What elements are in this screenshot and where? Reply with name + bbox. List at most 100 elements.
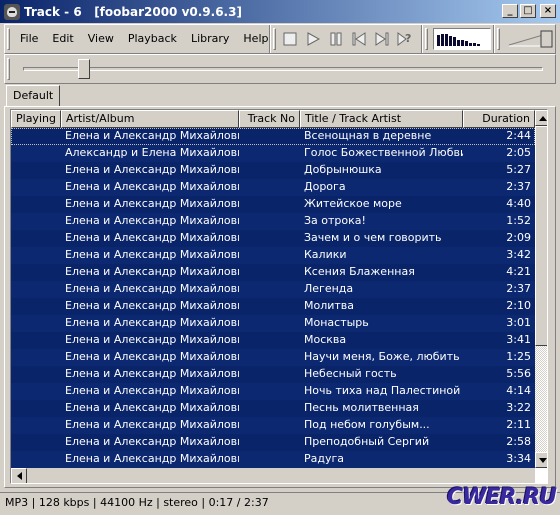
tab-default[interactable]: Default bbox=[6, 85, 61, 107]
spectrum-bar bbox=[461, 40, 464, 46]
menu-view[interactable]: View bbox=[81, 29, 121, 48]
pause-button[interactable] bbox=[327, 30, 344, 47]
spectrum-visualizer[interactable] bbox=[433, 28, 491, 50]
cell-title: Дорога bbox=[304, 180, 346, 193]
volume-slider[interactable] bbox=[503, 29, 555, 49]
playlist-row[interactable]: Елена и Александр Михайловы... Легенда 2:3… bbox=[11, 281, 535, 298]
stop-icon bbox=[283, 32, 296, 45]
menu-library[interactable]: Library bbox=[184, 29, 236, 48]
foobar-app-icon[interactable] bbox=[4, 3, 20, 20]
scroll-down-button[interactable] bbox=[535, 452, 547, 468]
vertical-scrollbar[interactable] bbox=[535, 110, 547, 468]
cell-duration: 3:34 bbox=[506, 452, 531, 465]
vertical-scroll-thumb[interactable] bbox=[535, 126, 547, 346]
seekbar-grip[interactable] bbox=[7, 58, 10, 80]
cell-playing bbox=[11, 417, 61, 434]
column-title[interactable]: Title / Track Artist bbox=[300, 110, 463, 128]
playlist-row[interactable]: Елена и Александр Михайловы... Ночь тиха … bbox=[11, 383, 535, 400]
cell-playing bbox=[11, 179, 61, 196]
cell-playing bbox=[11, 332, 61, 349]
title-bar: Track - 6 [foobar2000 v0.9.6.3] _ □ × bbox=[0, 0, 560, 23]
next-icon bbox=[375, 31, 388, 46]
visualizer-grip[interactable] bbox=[425, 28, 428, 50]
spectrum-bar bbox=[437, 35, 440, 46]
cell-playing bbox=[11, 434, 61, 451]
playlist-row[interactable]: Елена и Александр Михайловы... Всенощная … bbox=[11, 128, 535, 145]
column-duration[interactable]: Duration bbox=[463, 110, 535, 128]
playlist-row[interactable]: Елена и Александр Михайловы... Монастырь 3… bbox=[11, 315, 535, 332]
menu-edit[interactable]: Edit bbox=[45, 29, 80, 48]
cell-duration: 2:05 bbox=[506, 146, 531, 159]
cell-track-no bbox=[239, 315, 300, 332]
cell-playing bbox=[11, 264, 61, 281]
cell-title: За отрока! bbox=[304, 214, 366, 227]
random-button[interactable]: ? bbox=[396, 30, 413, 47]
close-button[interactable]: × bbox=[540, 4, 556, 18]
seekbar-track[interactable] bbox=[23, 67, 543, 71]
column-artist-album[interactable]: Artist/Album bbox=[61, 110, 239, 128]
cell-duration: 4:21 bbox=[506, 265, 531, 278]
playlist-row[interactable]: Елена и Александр Михайловы... Песнь моли… bbox=[11, 400, 535, 417]
playlist-view[interactable]: Playing Artist/Album Track No Title / Tr… bbox=[10, 109, 548, 484]
playlist-row[interactable]: Елена и Александр Михайловы... Ксения Бла… bbox=[11, 264, 535, 281]
menu-bar: File Edit View Playback Library Help bbox=[13, 29, 275, 48]
playlist-rows: Елена и Александр Михайловы... Всенощная … bbox=[11, 128, 535, 468]
cell-track-no bbox=[239, 230, 300, 247]
pause-icon bbox=[330, 32, 341, 45]
playlist-row[interactable]: Елена и Александр Михайловы... Добрынюшка… bbox=[11, 162, 535, 179]
stop-button[interactable] bbox=[281, 30, 298, 47]
playlist-row[interactable]: Елена и Александр Михайловы... Калики 3:42 bbox=[11, 247, 535, 264]
playlist-row[interactable]: Елена и Александр Михайловы... Преподобны… bbox=[11, 434, 535, 451]
cell-duration: 2:44 bbox=[506, 129, 531, 142]
arrow-up-icon bbox=[539, 115, 547, 121]
transport-controls: ? bbox=[281, 30, 413, 47]
cell-artist: Елена и Александр Михайловы... bbox=[65, 214, 239, 227]
playlist-row[interactable]: Елена и Александр Михайловы... Под небом … bbox=[11, 417, 535, 434]
cell-artist: Александр и Елена Михайловы... bbox=[65, 146, 239, 159]
column-track-no[interactable]: Track No bbox=[239, 110, 300, 128]
playlist-row[interactable]: Елена и Александр Михайловы... Научи меня… bbox=[11, 349, 535, 366]
cell-playing bbox=[11, 162, 61, 179]
next-button[interactable] bbox=[373, 30, 390, 47]
playlist-row[interactable]: Елена и Александр Михайловы... Молитва 2:1… bbox=[11, 298, 535, 315]
toolbar-separator bbox=[421, 25, 423, 53]
horizontal-scrollbar[interactable] bbox=[11, 468, 535, 483]
cell-playing bbox=[11, 247, 61, 264]
cell-title: Ксения Блаженная bbox=[304, 265, 415, 278]
playlist-row[interactable]: Елена и Александр Михайловы... Небесный г… bbox=[11, 366, 535, 383]
playlist-row[interactable]: Елена и Александр Михайловы... Дорога 2:37 bbox=[11, 179, 535, 196]
cell-track-no bbox=[239, 264, 300, 281]
playlist-row[interactable]: Елена и Александр Михайловы... За отрока!… bbox=[11, 213, 535, 230]
playlist-row[interactable]: Елена и Александр Михайловы... Зачем и о … bbox=[11, 230, 535, 247]
cell-title: Молитва bbox=[304, 299, 355, 312]
scroll-left-button[interactable] bbox=[11, 468, 27, 483]
cell-track-no bbox=[239, 417, 300, 434]
menubar-grip[interactable] bbox=[7, 28, 10, 50]
playlist-row[interactable]: Александр и Елена Михайловы... Голос Боже… bbox=[11, 145, 535, 162]
minimize-button[interactable]: _ bbox=[502, 4, 518, 18]
maximize-button[interactable]: □ bbox=[520, 4, 536, 18]
cell-playing bbox=[11, 281, 61, 298]
cell-artist: Елена и Александр Михайловы... bbox=[65, 401, 239, 414]
cell-title: Калики bbox=[304, 248, 347, 261]
playlist-row[interactable]: Елена и Александр Михайловы... Житейское … bbox=[11, 196, 535, 213]
volume-grip[interactable] bbox=[497, 28, 500, 50]
play-button[interactable] bbox=[304, 30, 321, 47]
cell-title: Добрынюшка bbox=[304, 163, 382, 176]
toolbar-separator bbox=[269, 25, 271, 53]
cell-artist: Елена и Александр Михайловы... bbox=[65, 316, 239, 329]
cell-duration: 1:25 bbox=[506, 350, 531, 363]
menu-file[interactable]: File bbox=[13, 29, 45, 48]
playlist-row[interactable]: Елена и Александр Михайловы... Радуга 3:34 bbox=[11, 451, 535, 468]
cell-track-no bbox=[239, 434, 300, 451]
cell-artist: Елена и Александр Михайловы... bbox=[65, 299, 239, 312]
column-playing[interactable]: Playing bbox=[11, 110, 61, 128]
cell-track-no bbox=[239, 196, 300, 213]
transport-grip[interactable] bbox=[273, 28, 276, 50]
menu-playback[interactable]: Playback bbox=[121, 29, 184, 48]
playlist-row[interactable]: Елена и Александр Михайловы... Москва 3:41 bbox=[11, 332, 535, 349]
previous-button[interactable] bbox=[350, 30, 367, 47]
cell-duration: 2:09 bbox=[506, 231, 531, 244]
scroll-up-button[interactable] bbox=[535, 110, 547, 126]
seekbar-thumb[interactable] bbox=[77, 59, 90, 79]
